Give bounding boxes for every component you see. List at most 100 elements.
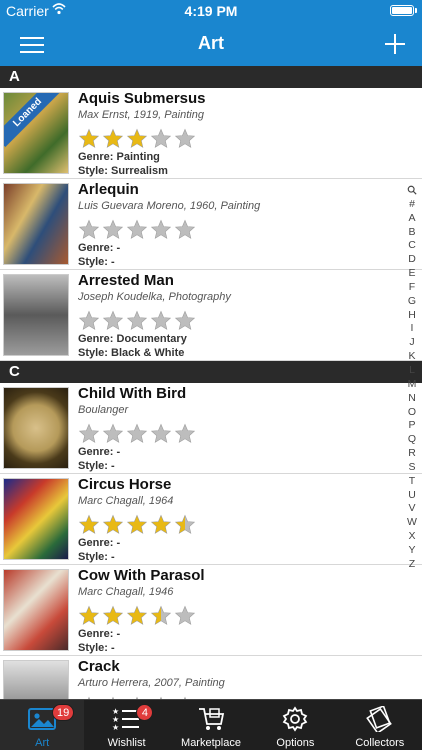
star-rating[interactable] [78, 128, 398, 150]
clock: 4:19 PM [184, 3, 238, 19]
tab-art[interactable]: 19 Art [0, 700, 85, 750]
index-letter[interactable]: S [405, 461, 419, 475]
star-icon[interactable] [150, 310, 172, 332]
list-item[interactable]: Loaned Aquis Submersus Max Ernst, 1919, Pa… [0, 88, 422, 179]
index-letter[interactable]: C [405, 239, 419, 253]
index-letter[interactable]: U [405, 489, 419, 503]
index-letter[interactable]: D [405, 253, 419, 267]
star-icon[interactable] [78, 219, 100, 241]
tab-label: Collectors [355, 737, 405, 749]
index-search-icon[interactable] [405, 184, 419, 198]
star-rating[interactable] [78, 310, 398, 332]
index-letter[interactable]: K [405, 350, 419, 364]
artwork-subtitle: Arturo Herrera, 2007, Painting [78, 677, 225, 689]
index-letter[interactable]: X [405, 530, 419, 544]
artwork-subtitle: Joseph Koudelka, Photography [78, 291, 231, 303]
style-label: Style: - [78, 642, 115, 654]
index-letter[interactable]: E [405, 267, 419, 281]
index-letter[interactable]: Z [405, 558, 419, 572]
index-letter[interactable]: T [405, 475, 419, 489]
index-letter[interactable]: J [405, 336, 419, 350]
art-list[interactable]: A Loaned Aquis Submersus Max Ernst, 1919, P… [0, 66, 422, 699]
index-letter[interactable]: R [405, 447, 419, 461]
add-button[interactable] [380, 29, 410, 59]
star-icon[interactable] [102, 423, 124, 445]
list-item[interactable]: Cow With Parasol Marc Chagall, 1946 Genre:… [0, 565, 422, 656]
index-letter[interactable]: B [405, 226, 419, 240]
list-item[interactable]: Arlequin Luis Guevara Moreno, 1960, Paint… [0, 179, 422, 270]
star-rating[interactable] [78, 423, 398, 445]
star-icon[interactable] [78, 605, 100, 627]
artwork-thumbnail [3, 569, 69, 651]
star-icon[interactable] [78, 514, 100, 536]
star-icon[interactable] [102, 605, 124, 627]
star-icon[interactable] [174, 219, 196, 241]
star-icon[interactable] [126, 605, 148, 627]
index-letter[interactable]: H [405, 309, 419, 323]
list-item[interactable]: Crack Arturo Herrera, 2007, Painting [0, 656, 422, 699]
style-label: Style: Surrealism [78, 165, 168, 177]
star-icon[interactable] [78, 423, 100, 445]
page-title: Art [198, 33, 224, 53]
star-icon[interactable] [174, 310, 196, 332]
star-icon[interactable] [126, 128, 148, 150]
artwork-title: Aquis Submersus [78, 90, 206, 107]
index-letter[interactable]: N [405, 392, 419, 406]
tab-options[interactable]: Options [253, 700, 337, 750]
section-index[interactable]: # A B C D E F G H I J K L M N O P Q R S T U V W X Y Z [405, 184, 419, 572]
artwork-thumbnail: Loaned [3, 92, 69, 174]
artwork-title: Crack [78, 658, 120, 675]
star-icon[interactable] [126, 310, 148, 332]
status-bar: Carrier 4:19 PM [0, 0, 422, 22]
index-letter[interactable]: M [405, 378, 419, 392]
star-rating[interactable] [78, 605, 398, 627]
star-icon[interactable] [174, 128, 196, 150]
artwork-subtitle: Max Ernst, 1919, Painting [78, 109, 204, 121]
star-icon[interactable] [126, 219, 148, 241]
star-icon[interactable] [102, 219, 124, 241]
artwork-title: Arlequin [78, 181, 139, 198]
tab-collectors[interactable]: Collectors [338, 700, 422, 750]
index-letter[interactable]: P [405, 419, 419, 433]
section-header-a: A [0, 66, 422, 88]
index-letter[interactable]: I [405, 322, 419, 336]
star-icon[interactable] [150, 514, 172, 536]
star-icon[interactable] [102, 310, 124, 332]
star-icon[interactable] [78, 310, 100, 332]
star-icon[interactable] [174, 423, 196, 445]
index-letter[interactable]: O [405, 406, 419, 420]
star-icon[interactable] [102, 514, 124, 536]
badge: 19 [52, 704, 75, 721]
index-letter[interactable]: Y [405, 544, 419, 558]
star-icon[interactable] [150, 605, 172, 627]
star-icon[interactable] [150, 128, 172, 150]
tab-wishlist[interactable]: ★ ★ ★ 4 Wishlist [84, 700, 168, 750]
tab-marketplace[interactable]: Marketplace [169, 700, 253, 750]
genre-label: Genre: - [78, 446, 121, 458]
star-icon[interactable] [150, 219, 172, 241]
index-letter[interactable]: G [405, 295, 419, 309]
star-icon[interactable] [78, 128, 100, 150]
star-icon[interactable] [126, 514, 148, 536]
star-icon[interactable] [126, 423, 148, 445]
gear-icon [281, 706, 309, 732]
index-letter[interactable]: # [405, 198, 419, 212]
list-item[interactable]: Arrested Man Joseph Koudelka, Photography… [0, 270, 422, 361]
star-icon[interactable] [150, 423, 172, 445]
star-icon[interactable] [102, 128, 124, 150]
section-header-c: C [0, 361, 422, 383]
index-letter[interactable]: A [405, 212, 419, 226]
list-item[interactable]: Circus Horse Marc Chagall, 1964 Genre: - St… [0, 474, 422, 565]
star-rating[interactable] [78, 514, 398, 536]
index-letter[interactable]: Q [405, 433, 419, 447]
star-rating[interactable] [78, 219, 398, 241]
index-letter[interactable]: V [405, 502, 419, 516]
star-icon[interactable] [174, 605, 196, 627]
index-letter[interactable]: W [405, 516, 419, 530]
genre-label: Genre: Documentary [78, 333, 187, 345]
star-icon[interactable] [174, 514, 196, 536]
artwork-thumbnail [3, 387, 69, 469]
index-letter[interactable]: F [405, 281, 419, 295]
list-item[interactable]: Child With Bird Boulanger Genre: - Style: - [0, 383, 422, 474]
index-letter[interactable]: L [405, 364, 419, 378]
